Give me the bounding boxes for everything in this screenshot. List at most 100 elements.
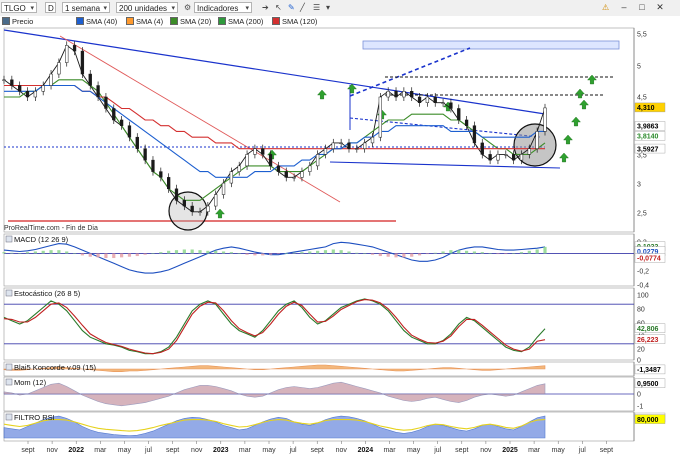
price-candle-body bbox=[402, 91, 406, 98]
macd-histogram-bar bbox=[457, 250, 461, 254]
x-tick-label: sept bbox=[21, 447, 34, 454]
resistance-zone bbox=[362, 40, 620, 50]
price-candle-body bbox=[284, 171, 288, 178]
macd-histogram-bar bbox=[441, 251, 445, 254]
price-candle-body bbox=[394, 91, 398, 98]
macd-histogram-bar bbox=[198, 250, 202, 254]
x-tick-label: mar bbox=[528, 447, 541, 454]
price-candle-body bbox=[417, 96, 422, 103]
macd-histogram-bar bbox=[347, 251, 351, 254]
x-tick-label: sept bbox=[166, 447, 179, 454]
value-label: 3,8140 bbox=[637, 134, 659, 141]
x-tick-label: may bbox=[262, 447, 276, 454]
macd-histogram-bar bbox=[57, 250, 61, 254]
price-candle-body bbox=[504, 154, 508, 156]
macd-histogram-bar bbox=[159, 252, 163, 254]
macd-histogram-bar bbox=[245, 253, 249, 255]
price-candle-body bbox=[253, 148, 257, 155]
panel-title-icon bbox=[5, 378, 13, 386]
macd-histogram-bar bbox=[190, 249, 194, 254]
macd-histogram-bar bbox=[72, 253, 77, 255]
macd-histogram-bar bbox=[370, 253, 375, 255]
macd-histogram-bar bbox=[316, 250, 320, 254]
price-candle-body bbox=[410, 91, 414, 98]
price-candle-body bbox=[363, 142, 367, 149]
price-candle-body bbox=[159, 171, 163, 178]
macd-histogram-bar bbox=[472, 251, 477, 254]
price-candle-body bbox=[119, 119, 124, 126]
macd-histogram-bar bbox=[464, 250, 469, 254]
y-tick-label: 5 bbox=[637, 64, 641, 71]
price-candle-body bbox=[182, 200, 186, 207]
y-tick-label: 3 bbox=[637, 182, 641, 189]
x-tick-label: may bbox=[407, 447, 421, 454]
x-tick-label: mar bbox=[239, 447, 252, 454]
macd-histogram-bar bbox=[488, 253, 492, 255]
x-tick-label: nov bbox=[336, 447, 348, 454]
price-candle-body bbox=[112, 108, 116, 121]
price-candle-body bbox=[543, 107, 547, 132]
price-candle-body bbox=[237, 165, 241, 172]
y-tick-label: -0,4 bbox=[637, 283, 649, 290]
price-candle-body bbox=[268, 154, 273, 167]
price-candle-body bbox=[80, 50, 85, 75]
price-candle-body bbox=[151, 159, 155, 172]
price-candle-body bbox=[425, 96, 430, 103]
price-candle-body bbox=[276, 165, 281, 172]
y-tick-label: 100 bbox=[637, 293, 649, 300]
macd-histogram-bar bbox=[143, 253, 147, 255]
macd-histogram-bar bbox=[261, 253, 265, 256]
price-candle-body bbox=[96, 85, 100, 98]
macd-histogram-bar bbox=[402, 253, 406, 258]
y-tick-label: 0 bbox=[637, 392, 641, 399]
macd-histogram-bar bbox=[292, 252, 296, 254]
price-candle-body bbox=[167, 177, 171, 190]
chart-area[interactable]: 5,554,543,532,54,3103,98633,81403,5927MA… bbox=[0, 0, 680, 455]
panel-title-stochastic: Estocástico (26 8 5) bbox=[14, 289, 81, 298]
value-label: -1,3487 bbox=[637, 367, 661, 374]
panel-title-macd: MACD (12 26 9) bbox=[14, 235, 69, 244]
macd-histogram-bar bbox=[496, 253, 500, 255]
macd-histogram-bar bbox=[88, 253, 92, 257]
price-candle-body bbox=[245, 154, 249, 167]
price-candle-body bbox=[308, 165, 312, 172]
macd-histogram-bar bbox=[2, 252, 6, 254]
macd-histogram-bar bbox=[425, 253, 429, 255]
panel-title-icon bbox=[5, 235, 13, 243]
macd-histogram-bar bbox=[433, 252, 437, 254]
macd-histogram-bar bbox=[300, 252, 304, 254]
price-candle-body bbox=[25, 91, 30, 98]
value-label: 0,9500 bbox=[637, 381, 659, 388]
price-candle-body bbox=[535, 131, 539, 149]
macd-histogram-bar bbox=[112, 253, 116, 259]
x-tick-label: may bbox=[552, 447, 566, 454]
macd-histogram-bar bbox=[449, 250, 453, 254]
y-tick-label: -1 bbox=[637, 404, 643, 411]
macd-histogram-bar bbox=[519, 252, 524, 254]
price-candle-body bbox=[433, 96, 437, 103]
price-candle-body bbox=[449, 102, 453, 109]
price-candle-body bbox=[300, 171, 304, 178]
price-candle-body bbox=[190, 205, 194, 213]
price-candle-body bbox=[2, 79, 6, 81]
x-tick-label: nov bbox=[480, 447, 492, 454]
price-candle-body bbox=[221, 182, 226, 195]
macd-histogram-bar bbox=[182, 249, 186, 254]
macd-histogram-bar bbox=[355, 252, 359, 254]
price-candle-body bbox=[206, 205, 210, 213]
value-label: 26,223 bbox=[637, 337, 659, 344]
value-label: 3,9863 bbox=[637, 124, 659, 131]
price-candle-body bbox=[72, 45, 77, 52]
price-candle-body bbox=[65, 45, 69, 63]
y-tick-label: 20 bbox=[637, 347, 645, 354]
macd-histogram-bar bbox=[237, 253, 241, 255]
macd-histogram-bar bbox=[276, 253, 281, 255]
macd-histogram-bar bbox=[394, 253, 398, 258]
price-candle-body bbox=[198, 211, 202, 213]
macd-histogram-bar bbox=[535, 249, 539, 254]
y-tick-label: 3,5 bbox=[637, 153, 647, 160]
y-tick-label: 80 bbox=[637, 307, 645, 314]
macd-histogram-bar bbox=[363, 253, 367, 255]
x-tick-label: sept bbox=[600, 447, 613, 454]
x-tick-label: sept bbox=[455, 447, 468, 454]
